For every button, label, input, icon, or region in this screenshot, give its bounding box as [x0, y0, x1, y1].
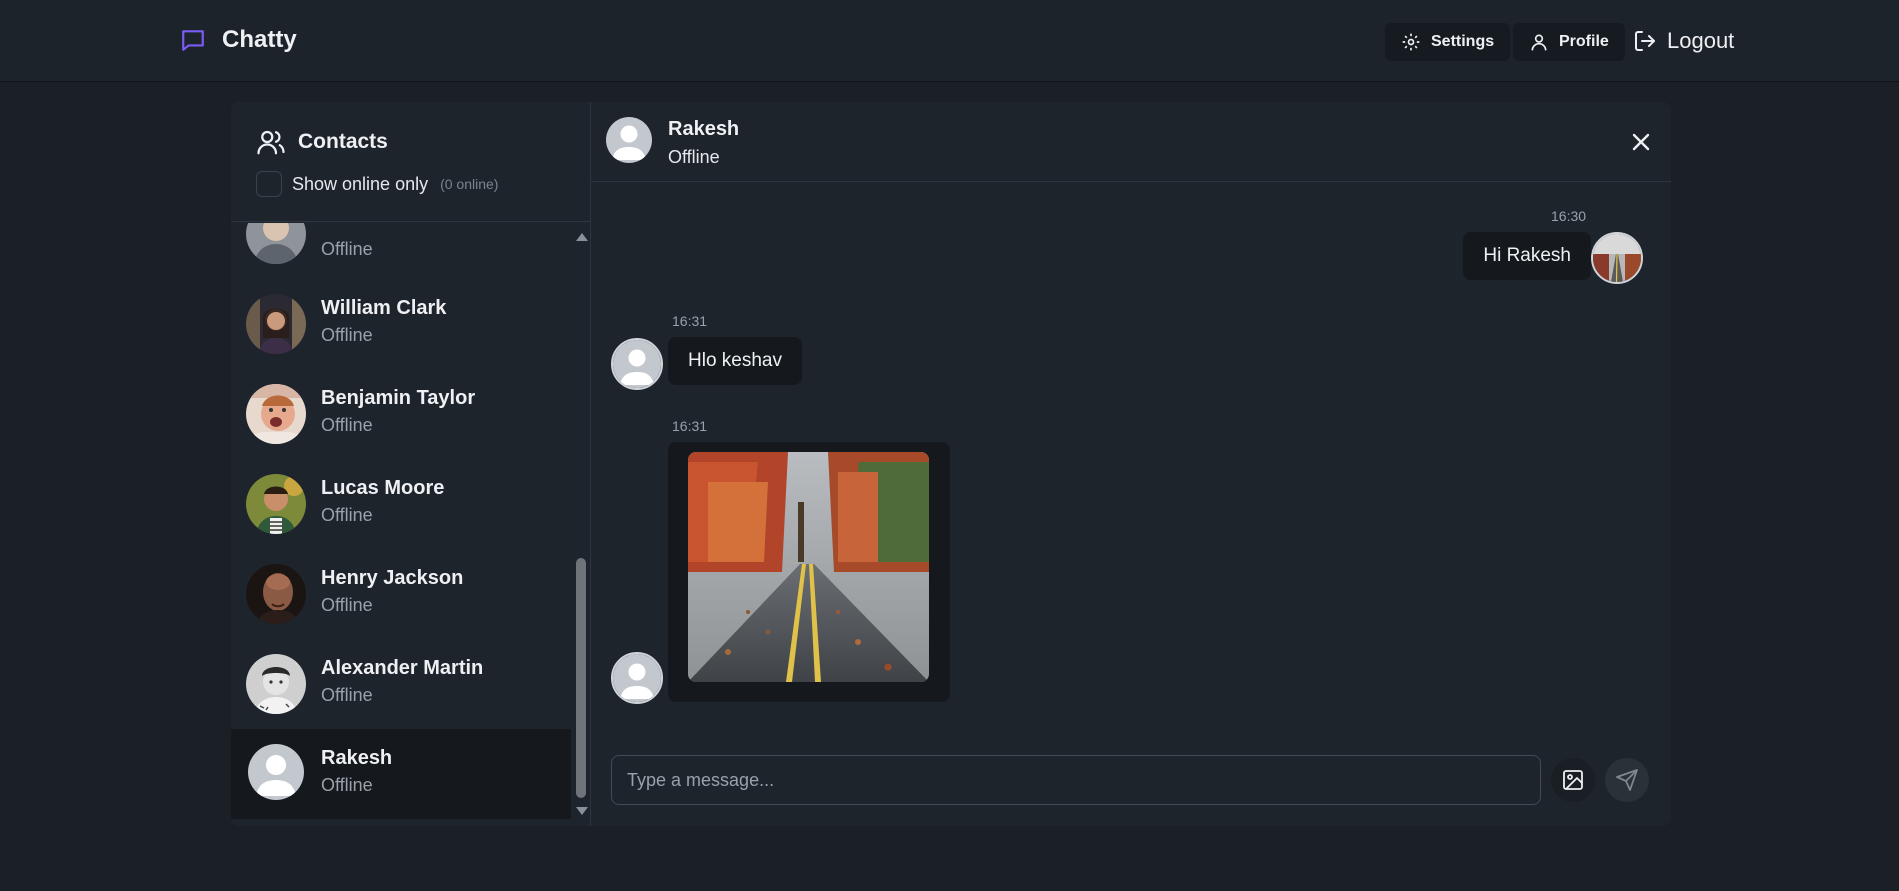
contact-item[interactable]: Alexander Martin Offline	[231, 639, 571, 729]
chat-panel: Contacts Show online only (0 online) Off…	[231, 102, 1671, 826]
contact-status: Offline	[321, 325, 373, 345]
contact-status: Offline	[321, 415, 373, 435]
message-square-icon	[182, 30, 204, 51]
contact-item[interactable]: William Clark Offline	[231, 279, 571, 369]
logout-icon	[1635, 31, 1655, 51]
contact-status: Offline	[321, 239, 373, 259]
attach-image-button[interactable]	[1551, 758, 1595, 802]
message-timestamp: 16:31	[672, 418, 708, 434]
default-avatar-icon	[606, 117, 652, 163]
autumn-road-photo[interactable]	[688, 452, 929, 682]
online-only-toggle[interactable]: Show online only (0 online)	[256, 171, 498, 197]
image-icon	[1563, 770, 1583, 790]
contact-avatar	[246, 564, 306, 624]
chat-contact-name: Rakesh	[668, 118, 740, 140]
user-icon	[1531, 34, 1547, 51]
contact-status: Offline	[321, 775, 373, 795]
top-navbar: Chatty Settings Profile Logout	[0, 0, 1899, 82]
contact-item[interactable]: Offline	[231, 223, 571, 279]
contacts-title: Contacts	[298, 130, 388, 153]
message-timestamp: 16:30	[1551, 208, 1587, 224]
message-bubble-image	[668, 442, 950, 702]
contacts-sidebar: Contacts Show online only (0 online) Off…	[231, 102, 591, 826]
scroll-thumb[interactable]	[576, 558, 586, 798]
brand-link[interactable]: Chatty	[180, 26, 297, 54]
message-timestamp: 16:31	[672, 313, 708, 329]
contact-item-active[interactable]: Rakesh Offline	[231, 729, 571, 819]
contact-name: Henry Jackson	[321, 567, 464, 589]
sender-avatar	[1591, 232, 1643, 284]
send-button[interactable]	[1605, 758, 1649, 802]
contacts-heading: Contacts	[256, 127, 388, 157]
chat-area: Rakesh Offline 16:30 Hi Rakesh 16:31 Hlo…	[591, 102, 1671, 826]
contact-status: Offline	[321, 685, 373, 705]
default-avatar-icon	[611, 652, 663, 704]
contact-name: Lucas Moore	[321, 477, 445, 499]
contact-list: Offline William Clark Offline Benjamin T…	[231, 223, 571, 826]
contact-name: Rakesh	[321, 747, 393, 769]
close-icon[interactable]	[1629, 130, 1653, 154]
contact-name: Benjamin Taylor	[321, 387, 476, 409]
contact-avatar	[246, 384, 306, 444]
contact-avatar	[246, 294, 306, 354]
contact-item[interactable]: Benjamin Taylor Offline	[231, 369, 571, 459]
contact-avatar	[246, 474, 306, 534]
gear-icon	[1402, 33, 1420, 51]
contact-avatar	[246, 654, 306, 714]
default-avatar-icon	[248, 744, 304, 800]
contact-status: Offline	[321, 595, 373, 615]
contact-item[interactable]: Henry Jackson Offline	[231, 549, 571, 639]
default-avatar-icon	[611, 338, 663, 390]
chat-header: Rakesh Offline	[591, 102, 1671, 182]
profile-button[interactable]: Profile	[1513, 23, 1625, 61]
users-icon	[257, 130, 285, 155]
sidebar-header: Contacts Show online only (0 online)	[231, 102, 591, 222]
settings-label: Settings	[1431, 33, 1495, 50]
contact-item[interactable]: Lucas Moore Offline	[231, 459, 571, 549]
chat-contact-status: Offline	[668, 147, 720, 167]
contact-name: William Clark	[321, 297, 447, 319]
settings-button[interactable]: Settings	[1385, 23, 1511, 61]
send-icon	[1616, 769, 1638, 791]
online-count: (0 online)	[440, 176, 499, 192]
scroll-down-arrow-icon[interactable]	[576, 807, 588, 815]
message-bubble-incoming: Hlo keshav	[668, 337, 802, 385]
app-name: Chatty	[222, 26, 297, 53]
message-bubble-outgoing: Hi Rakesh	[1463, 232, 1591, 280]
logout-button[interactable]: Logout	[1633, 28, 1734, 54]
contact-status: Offline	[321, 505, 373, 525]
message-input[interactable]	[611, 755, 1541, 805]
logout-label: Logout	[1667, 28, 1735, 53]
online-only-checkbox[interactable]	[256, 171, 282, 197]
contact-avatar	[246, 223, 306, 264]
contact-name: Alexander Martin	[321, 657, 484, 679]
profile-label: Profile	[1559, 33, 1609, 50]
online-only-label: Show online only	[292, 173, 429, 194]
scroll-up-arrow-icon[interactable]	[576, 233, 588, 241]
contact-list-scrollbar[interactable]	[571, 223, 591, 823]
